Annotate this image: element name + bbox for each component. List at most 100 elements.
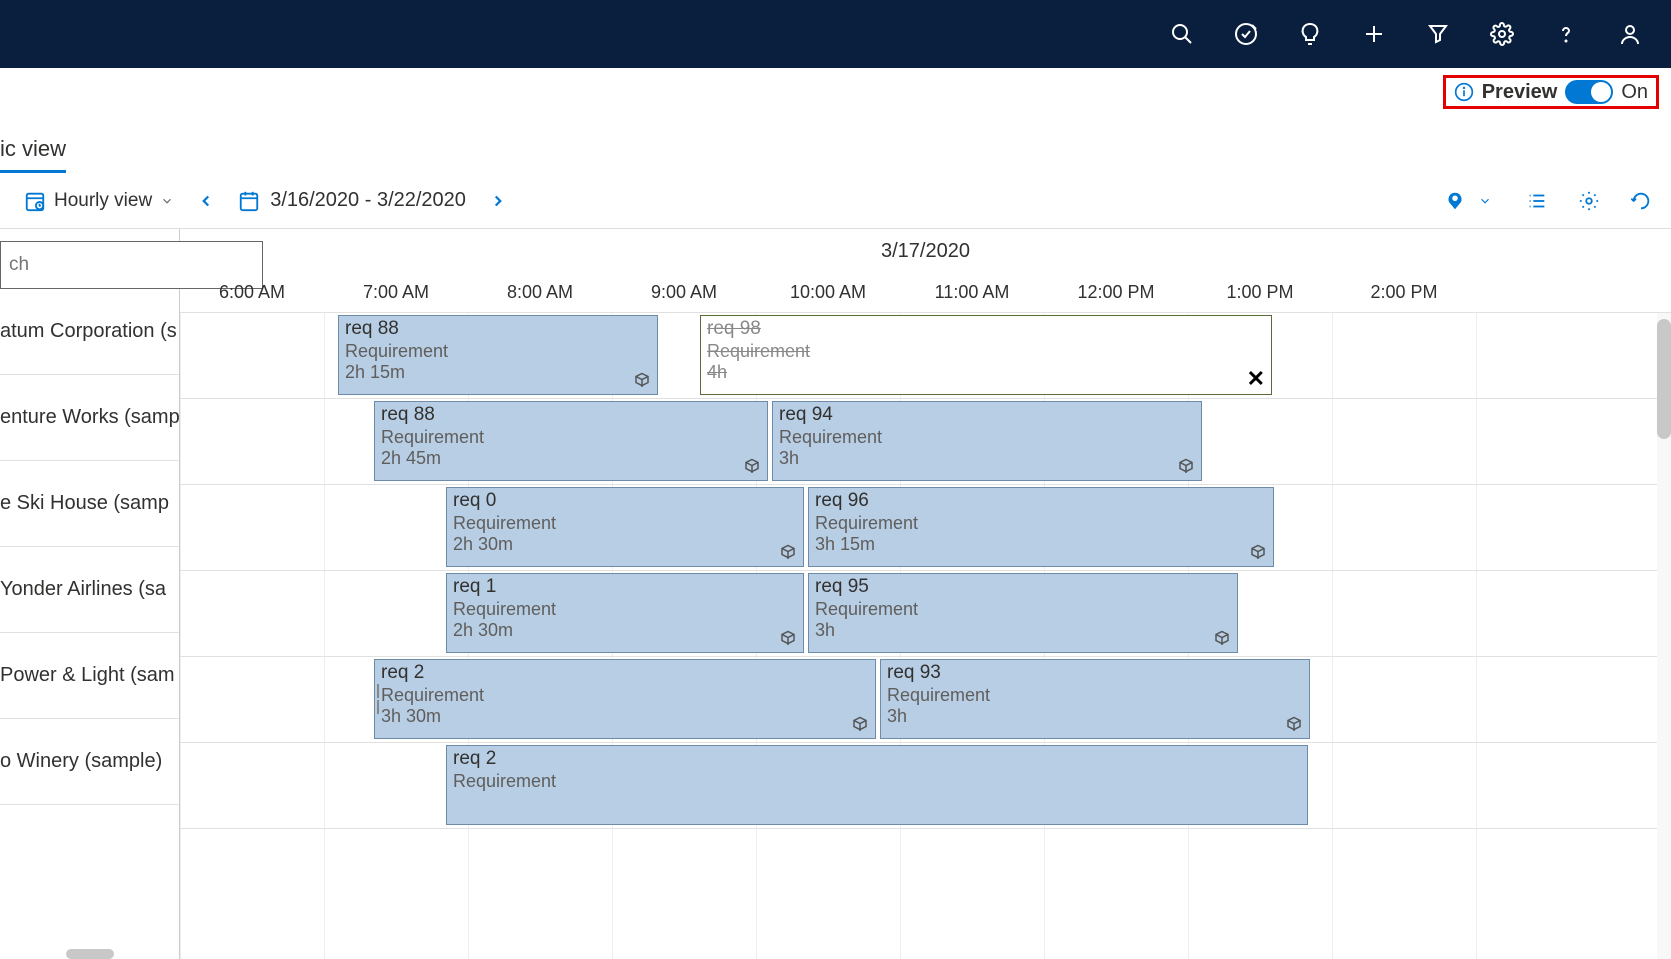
hour-cell: 6:00 AM — [180, 273, 324, 312]
booking-block[interactable]: req 98Requirement4h✕ — [700, 315, 1272, 395]
resource-name: enture Works (samp — [0, 406, 179, 429]
booking-subtitle: Requirement — [381, 427, 761, 449]
booking-block[interactable]: req 88Requirement2h 15m — [338, 315, 658, 395]
booking-duration: 3h — [887, 706, 1303, 728]
idea-icon[interactable] — [1297, 21, 1323, 47]
hour-cell: 2:00 PM — [1332, 273, 1476, 312]
prev-week-button[interactable] — [192, 187, 220, 215]
preview-label: Preview — [1482, 81, 1558, 104]
view-tabs: ic view — [0, 116, 1671, 173]
settings-icon[interactable] — [1489, 21, 1515, 47]
info-icon — [1454, 82, 1474, 102]
booking-block[interactable]: req 88Requirement2h 45m — [374, 401, 768, 481]
resource-name: o Winery (sample) — [0, 750, 162, 773]
booking-duration: 4h — [707, 362, 1265, 384]
booking-subtitle: Requirement — [887, 685, 1303, 707]
hour-cell: 11:00 AM — [900, 273, 1044, 312]
timeline-vscroll[interactable] — [1657, 313, 1671, 959]
calendar-clock-icon — [24, 190, 46, 212]
resource-row[interactable]: e Ski House (samp — [0, 461, 179, 547]
booking-subtitle: Requirement — [453, 513, 797, 535]
cube-icon — [743, 458, 763, 478]
chevron-down-icon — [160, 194, 174, 208]
resource-row[interactable]: Power & Light (sam — [0, 633, 179, 719]
resource-row[interactable]: enture Works (samp — [0, 375, 179, 461]
preview-row: Preview On — [0, 68, 1671, 116]
booking-title: req 88 — [381, 404, 761, 427]
resource-name: Yonder Airlines (sa — [0, 578, 166, 601]
booking-subtitle: Requirement — [707, 341, 1265, 363]
cube-icon — [851, 716, 871, 736]
resource-name: Power & Light (sam — [0, 664, 175, 687]
booking-subtitle: Requirement — [345, 341, 651, 363]
cube-icon — [1213, 630, 1233, 650]
search-icon[interactable] — [1169, 21, 1195, 47]
hour-cell: 8:00 AM — [468, 273, 612, 312]
list-view-icon[interactable] — [1525, 189, 1549, 213]
active-view-tab[interactable]: ic view — [0, 136, 1671, 170]
resource-column: atum Corporation (s enture Works (samp e… — [0, 229, 180, 959]
booking-block[interactable]: req 96Requirement3h 15m — [808, 487, 1274, 567]
booking-duration: 3h 15m — [815, 534, 1267, 556]
booking-title: req 2 — [453, 748, 1301, 771]
hour-cell: 12:00 PM — [1044, 273, 1188, 312]
booking-block[interactable]: req 1Requirement2h 30m — [446, 573, 804, 653]
add-icon[interactable] — [1361, 21, 1387, 47]
preview-toggle[interactable] — [1565, 80, 1613, 104]
hour-cell: 7:00 AM — [324, 273, 468, 312]
booking-duration: 2h 45m — [381, 448, 761, 470]
booking-duration: 3h — [815, 620, 1231, 642]
booking-title: req 95 — [815, 576, 1231, 599]
preview-state: On — [1621, 81, 1648, 104]
booking-block[interactable]: req 2Requirement3h 30m — [374, 659, 876, 739]
booking-subtitle: Requirement — [381, 685, 869, 707]
cube-icon — [779, 544, 799, 564]
cube-icon — [1285, 716, 1305, 736]
booking-subtitle: Requirement — [815, 513, 1267, 535]
booking-subtitle: Requirement — [453, 771, 1301, 793]
booking-title: req 2 — [381, 662, 869, 685]
schedule-board: atum Corporation (s enture Works (samp e… — [0, 229, 1671, 959]
booking-duration: 3h 30m — [381, 706, 869, 728]
booking-subtitle: Requirement — [779, 427, 1195, 449]
resource-name: e Ski House (samp — [0, 492, 169, 515]
resource-row[interactable]: Yonder Airlines (sa — [0, 547, 179, 633]
booking-title: req 94 — [779, 404, 1195, 427]
close-icon[interactable]: ✕ — [1247, 366, 1265, 392]
booking-block[interactable]: req 93Requirement3h — [880, 659, 1310, 739]
booking-block[interactable]: req 0Requirement2h 30m — [446, 487, 804, 567]
booking-duration: 3h — [779, 448, 1195, 470]
date-header: 3/17/2020 — [180, 229, 1671, 273]
profile-icon[interactable] — [1617, 21, 1643, 47]
booking-title: req 0 — [453, 490, 797, 513]
refresh-icon[interactable] — [1629, 189, 1653, 213]
booking-block[interactable]: req 95Requirement3h — [808, 573, 1238, 653]
view-mode-picker[interactable]: Hourly view — [24, 190, 174, 212]
schedule-grid: req 88Requirement2h 15mreq 98Requirement… — [180, 313, 1671, 959]
driving-dropdown[interactable] — [1473, 189, 1497, 213]
cube-icon — [1177, 458, 1197, 478]
preview-toggle-box: Preview On — [1443, 75, 1659, 109]
hour-cell: 9:00 AM — [612, 273, 756, 312]
board-settings-icon[interactable] — [1577, 189, 1601, 213]
resource-row[interactable]: atum Corporation (s — [0, 289, 179, 375]
filter-icon[interactable] — [1425, 21, 1451, 47]
resource-name: atum Corporation (s — [0, 320, 177, 343]
booking-title: req 88 — [345, 318, 651, 341]
next-week-button[interactable] — [484, 187, 512, 215]
booking-subtitle: Requirement — [453, 599, 797, 621]
date-range-picker[interactable]: 3/16/2020 - 3/22/2020 — [238, 189, 466, 212]
booking-block[interactable]: req 94Requirement3h — [772, 401, 1202, 481]
booking-duration: 2h 30m — [453, 534, 797, 556]
resource-row[interactable]: o Winery (sample) — [0, 719, 179, 805]
cube-icon — [1249, 544, 1269, 564]
hour-header: 6:00 AM 7:00 AM 8:00 AM 9:00 AM 10:00 AM… — [180, 273, 1671, 313]
view-mode-label: Hourly view — [54, 190, 152, 212]
cube-icon — [633, 372, 653, 392]
task-check-icon[interactable] — [1233, 21, 1259, 47]
booking-title: req 98 — [707, 318, 1265, 341]
booking-subtitle: Requirement — [815, 599, 1231, 621]
driving-icon[interactable] — [1443, 189, 1467, 213]
help-icon[interactable] — [1553, 21, 1579, 47]
booking-block[interactable]: req 2Requirement — [446, 745, 1308, 825]
